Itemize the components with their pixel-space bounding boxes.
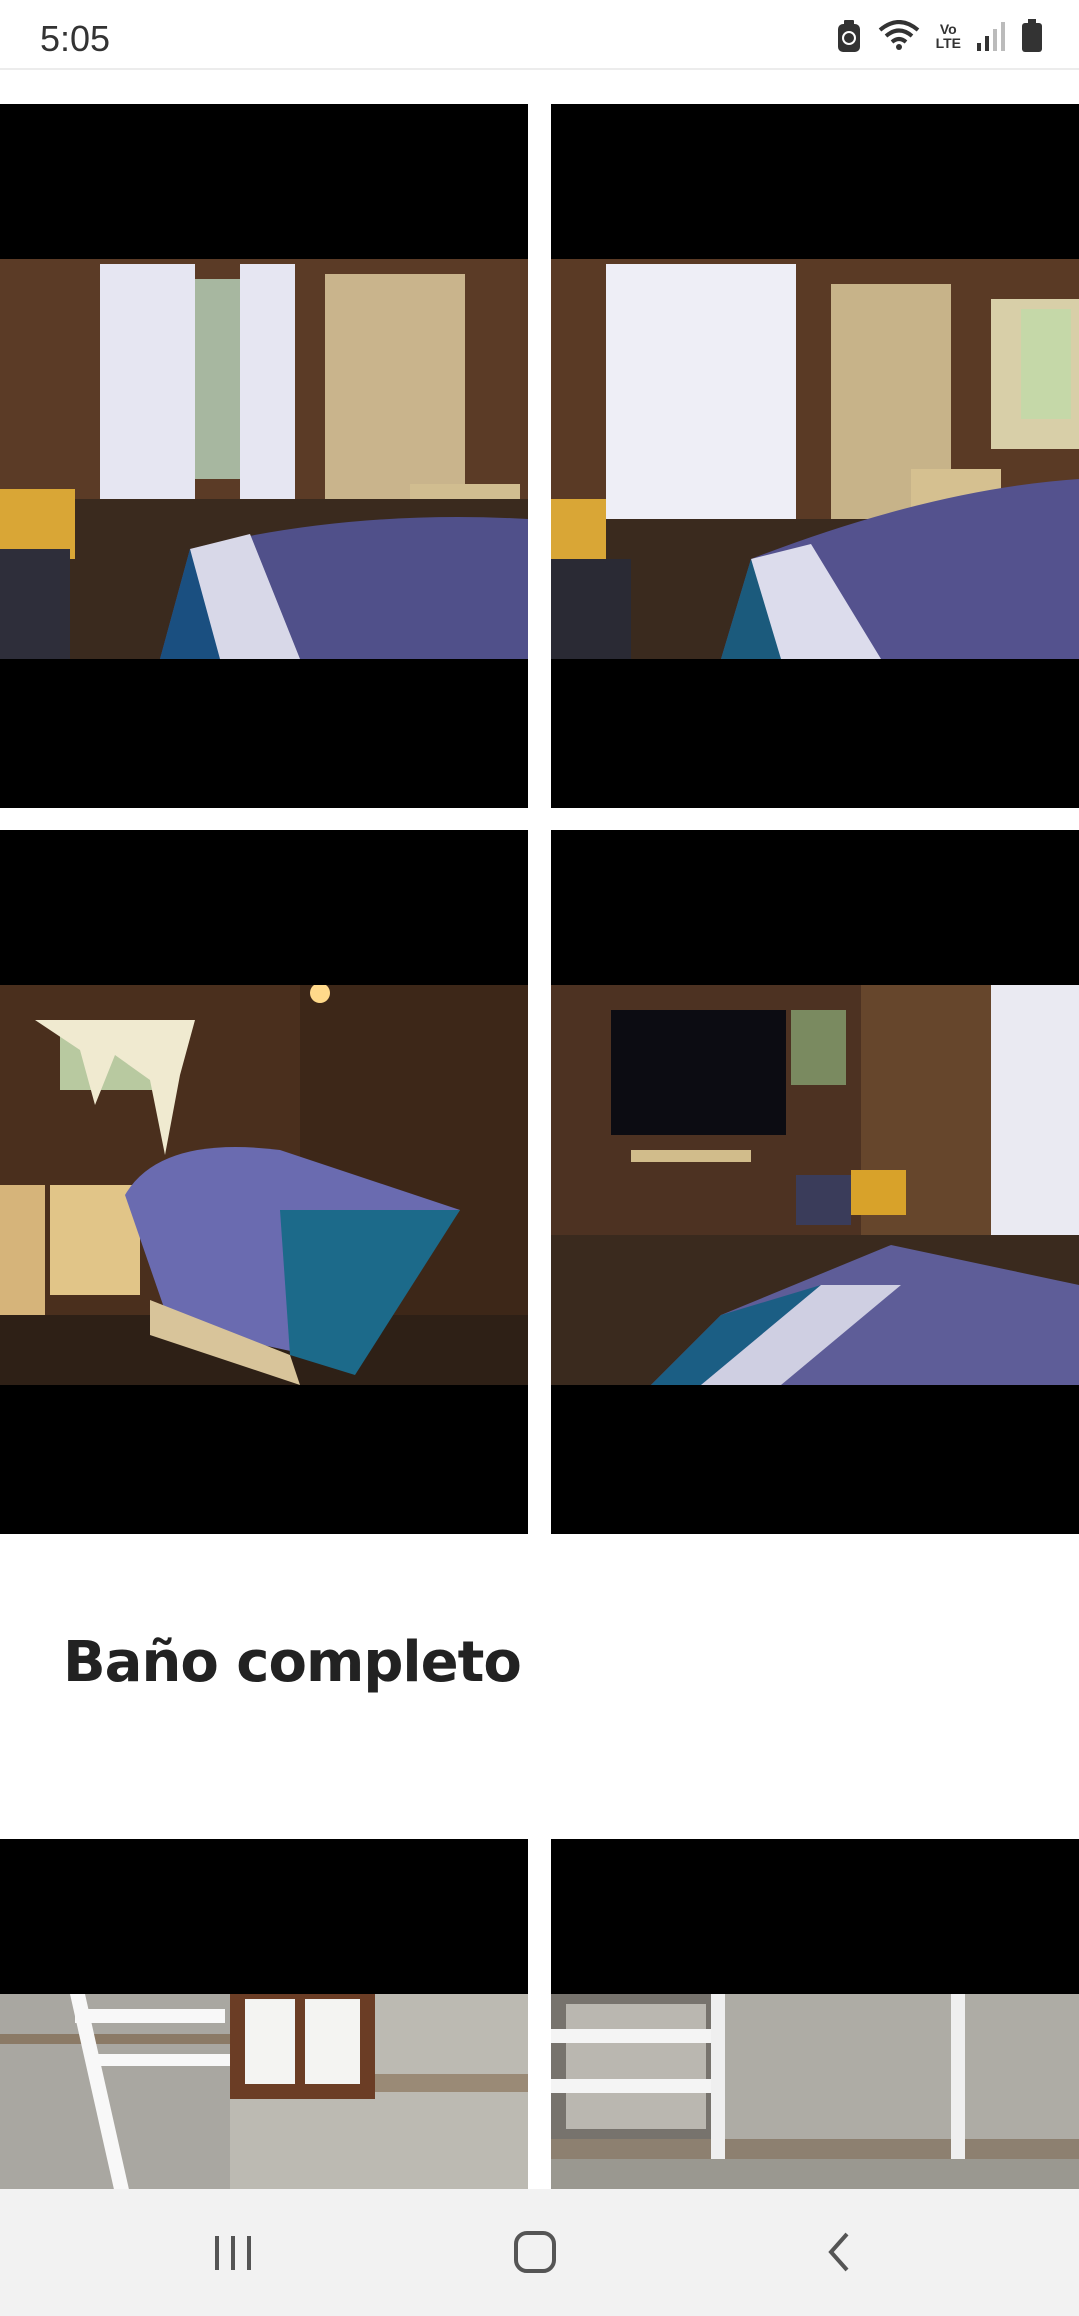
bedroom-image-3: [0, 985, 528, 1385]
bathroom-image-1: [0, 1994, 528, 2189]
section-title: Baño completo: [63, 1630, 522, 1695]
photo-bedroom-1[interactable]: [0, 104, 528, 808]
home-icon[interactable]: [505, 2227, 565, 2277]
data-saver-icon: [836, 19, 862, 53]
status-icons: Vo LTE: [836, 18, 1043, 54]
bedroom-image-1: [0, 259, 528, 659]
photo-bathroom-2[interactable]: [551, 1839, 1079, 2189]
wifi-icon: [878, 20, 920, 52]
photo-bedroom-4[interactable]: [551, 830, 1079, 1534]
navigation-bar: [0, 2189, 1079, 2316]
photo-bathroom-1[interactable]: [0, 1839, 528, 2189]
volte-top-label: Vo: [939, 21, 957, 37]
battery-icon: [1021, 19, 1043, 53]
back-icon[interactable]: [808, 2227, 868, 2277]
photo-bedroom-2[interactable]: [551, 104, 1079, 808]
status-time: 5:05: [40, 18, 111, 59]
signal-icon: [977, 21, 1005, 51]
recent-apps-icon[interactable]: [203, 2227, 263, 2277]
status-bar: 5:05 Vo LTE: [0, 0, 1079, 70]
bedroom-image-4: [551, 985, 1079, 1385]
bathroom-image-2: [551, 1994, 1079, 2189]
volte-icon: Vo LTE: [936, 22, 961, 50]
photo-bedroom-3[interactable]: [0, 830, 528, 1534]
volte-bottom-label: LTE: [935, 35, 961, 51]
bedroom-image-2: [551, 259, 1079, 659]
